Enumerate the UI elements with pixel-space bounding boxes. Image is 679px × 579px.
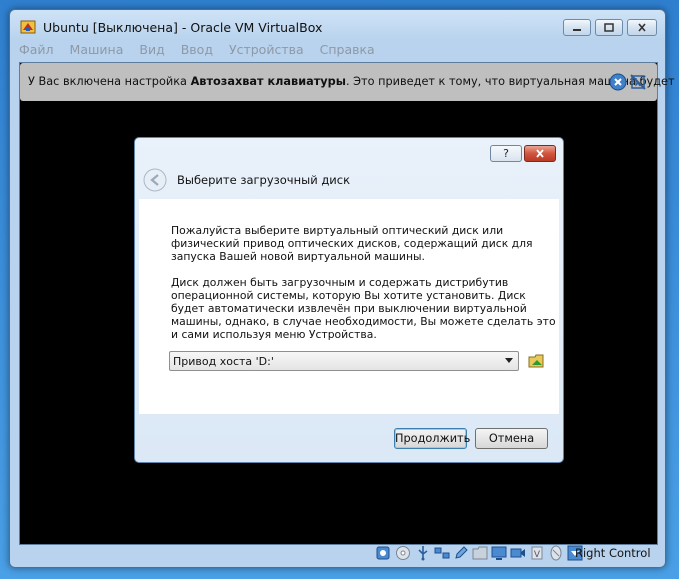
minimize-icon — [573, 28, 581, 31]
cpu-icon[interactable]: V — [529, 545, 545, 561]
close-window-button[interactable] — [627, 19, 657, 36]
virtualbox-window: Ubuntu [Выключена] - Oracle VM VirtualBo… — [9, 9, 675, 568]
maximize-icon — [604, 23, 614, 32]
menu-machine[interactable]: Машина — [70, 40, 124, 60]
close-dialog-button[interactable] — [524, 145, 556, 162]
notice-text: У Вас включена настройка Автозахват клав… — [28, 75, 675, 88]
instruction-paragraph: Пожалуйста выберите виртуальный оптическ… — [171, 224, 533, 263]
menu-file[interactable]: Файл — [19, 40, 54, 60]
menu-devices[interactable]: Устройства — [229, 40, 304, 60]
virtualbox-app-icon — [20, 20, 36, 34]
optical-disk-icon[interactable] — [395, 545, 411, 561]
dropdown-arrow-icon — [505, 358, 513, 363]
dialog-content: Пожалуйста выберите виртуальный оптическ… — [139, 199, 559, 414]
close-icon — [638, 23, 646, 32]
window-title: Ubuntu [Выключена] - Oracle VM VirtualBo… — [43, 20, 323, 35]
host-key-label: Right Control — [575, 546, 651, 560]
shared-folder-icon[interactable] — [472, 545, 488, 561]
usb-icon[interactable] — [415, 545, 431, 561]
pencil-icon[interactable] — [453, 545, 469, 561]
keyboard-capture-notice: У Вас включена настройка Автозахват клав… — [20, 63, 675, 101]
back-arrow-icon[interactable] — [143, 168, 167, 192]
network-icon[interactable] — [434, 545, 450, 561]
dialog-title: Выберите загрузочный диск — [177, 173, 351, 187]
continue-button[interactable]: Продолжить — [394, 428, 470, 449]
svg-text:V: V — [534, 550, 541, 560]
menu-input[interactable]: Ввод — [181, 40, 213, 60]
description-paragraph: Диск должен быть загрузочным и содержать… — [171, 276, 556, 341]
menu-bar: Файл Машина Вид Ввод Устройства Справка — [19, 40, 391, 60]
title-bar[interactable]: Ubuntu [Выключена] - Oracle VM VirtualBo… — [10, 10, 665, 40]
vm-screen[interactable]: У Вас включена настройка Автозахват клав… — [19, 62, 675, 545]
cancel-button[interactable]: Отмена — [475, 428, 548, 449]
video-capture-icon[interactable] — [510, 545, 526, 561]
maximize-button[interactable] — [595, 19, 623, 36]
help-button[interactable]: ? — [490, 145, 522, 162]
choose-disk-file-icon[interactable] — [528, 352, 546, 370]
mouse-icon[interactable] — [548, 545, 564, 561]
menu-help[interactable]: Справка — [320, 40, 375, 60]
status-bar: V Right Control — [19, 544, 656, 563]
disable-autocapture-icon[interactable] — [629, 73, 647, 91]
menu-view[interactable]: Вид — [139, 40, 164, 60]
boot-disk-selected-value: Привод хоста 'D:' — [173, 355, 274, 368]
select-boot-disk-dialog: ? Выберите загрузочный диск Пожалуйста в… — [134, 137, 564, 463]
boot-disk-select[interactable]: Привод хоста 'D:' — [169, 351, 519, 371]
display-icon[interactable] — [491, 545, 507, 561]
close-icon — [536, 149, 544, 158]
hard-disk-icon[interactable] — [375, 545, 391, 561]
minimize-button[interactable] — [563, 19, 591, 36]
close-notice-icon[interactable] — [609, 73, 627, 91]
